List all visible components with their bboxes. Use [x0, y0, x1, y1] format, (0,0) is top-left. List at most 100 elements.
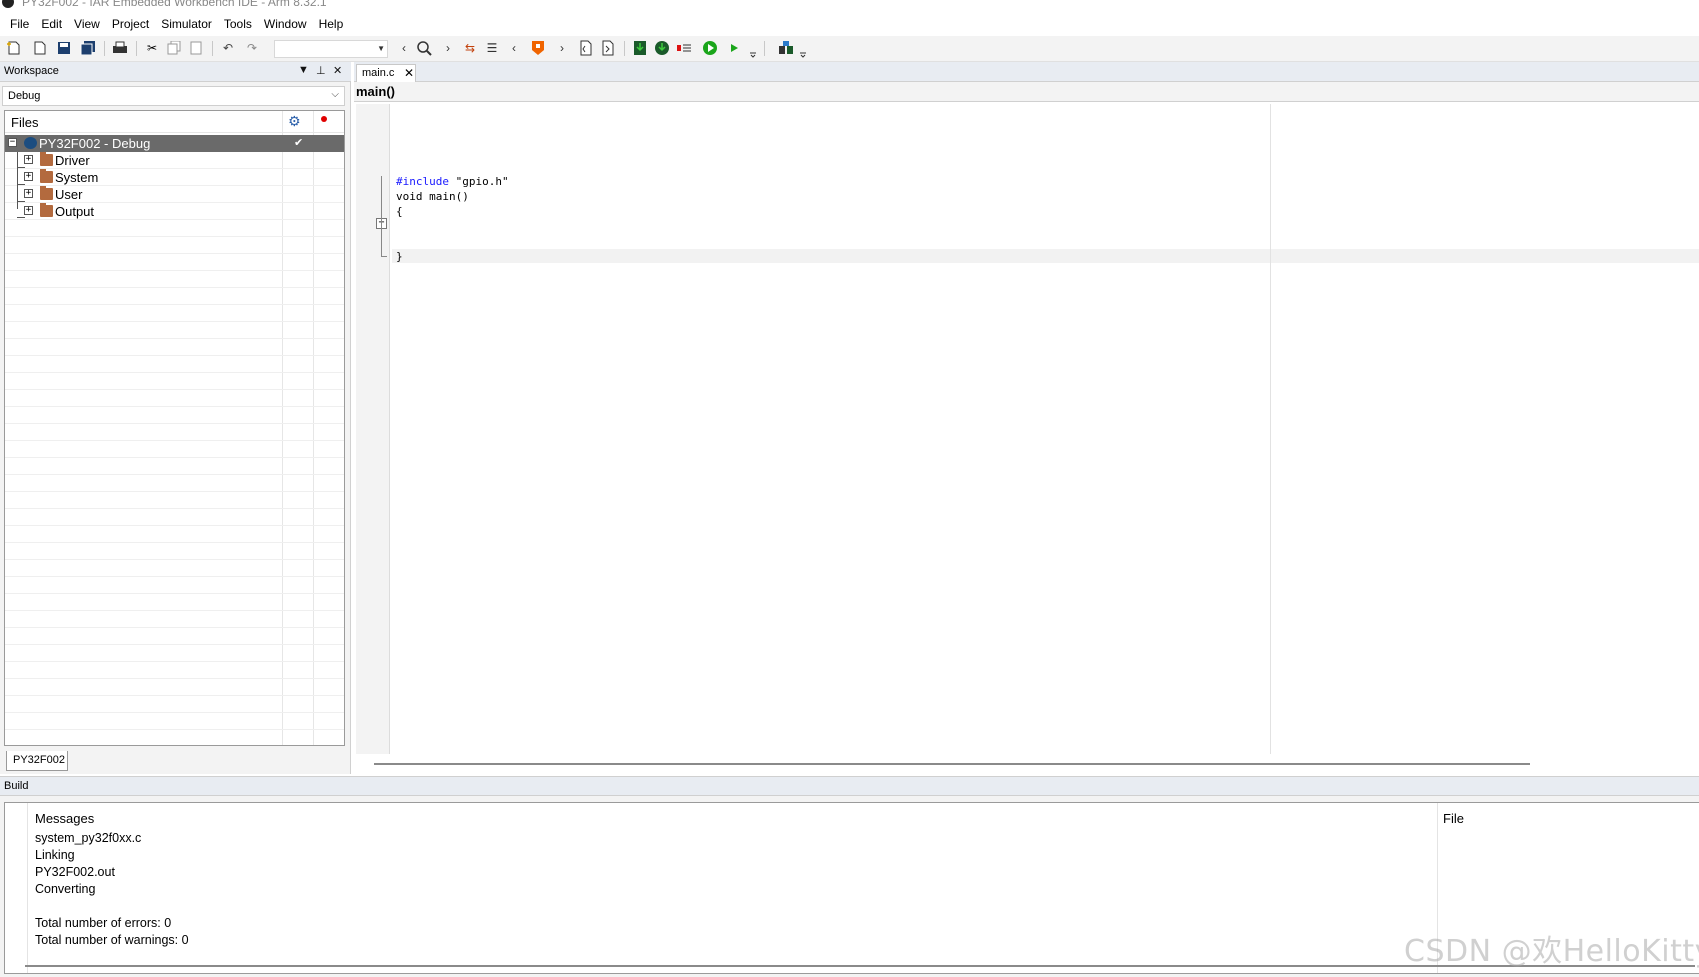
stop-debug-icon[interactable] — [676, 40, 692, 56]
check-icon: ✔ — [294, 137, 304, 149]
new-file-icon[interactable] — [32, 40, 48, 56]
copy-icon[interactable] — [166, 40, 182, 56]
menu-simulator[interactable]: Simulator — [155, 13, 218, 35]
folder-icon — [40, 186, 53, 200]
build-message[interactable]: system_py32f0xx.c — [35, 831, 141, 845]
tree-item-user[interactable]: + User — [5, 186, 344, 203]
title-bar: PY32F002 - IAR Embedded Workbench IDE - … — [0, 0, 1699, 10]
search-combo[interactable]: ▼ — [274, 40, 388, 58]
extra-tools-icon[interactable] — [778, 40, 794, 56]
editor-horizontal-scrollbar[interactable] — [374, 759, 1674, 769]
tree-item-project[interactable]: − PY32F002 - Debug ✔ — [5, 135, 344, 152]
window-title: PY32F002 - IAR Embedded Workbench IDE - … — [22, 0, 327, 9]
function-label: main() — [356, 84, 395, 99]
expand-icon[interactable]: + — [24, 206, 33, 215]
toggle-bookmark-icon[interactable]: ⇆ — [462, 40, 478, 56]
new-workspace-icon[interactable] — [6, 40, 22, 56]
download-and-debug-icon[interactable] — [632, 40, 648, 56]
previous-bookmark-icon[interactable]: ‹ — [506, 40, 522, 56]
current-line-highlight — [392, 249, 1699, 263]
expand-icon[interactable]: + — [24, 172, 33, 181]
workspace-pane: Workspace ▼ ⊥ ✕ Debug ⌵ Files ⚙ − PY32F0… — [0, 62, 351, 774]
run-small-icon[interactable] — [726, 40, 742, 56]
build-message[interactable]: Linking — [35, 848, 75, 862]
scrollbar-thumb[interactable] — [374, 763, 1530, 765]
close-icon[interactable]: ✕ — [404, 66, 414, 80]
tab-main-c[interactable]: main.c ✕ — [356, 64, 416, 82]
menu-view[interactable]: View — [68, 13, 106, 35]
function-navigator[interactable]: main() — [354, 82, 1699, 102]
tree-item-label: User — [55, 187, 83, 202]
close-icon[interactable]: ✕ — [333, 64, 342, 77]
workspace-title: Workspace — [4, 65, 59, 77]
expand-icon[interactable]: + — [24, 189, 33, 198]
save-icon[interactable] — [56, 40, 72, 56]
editor-tab-strip: main.c ✕ — [354, 62, 1699, 82]
code-area[interactable]: #include "gpio.h" void main() { } — [392, 104, 1699, 754]
code-line-4: } — [396, 250, 403, 263]
toolbar-overflow-icon-2[interactable] — [798, 39, 808, 59]
build-message[interactable]: Total number of warnings: 0 — [35, 933, 189, 947]
column-header-file[interactable]: File — [1443, 811, 1464, 826]
chevron-down-icon[interactable]: ▼ — [377, 44, 385, 53]
tree-item-output[interactable]: + Output — [5, 203, 344, 220]
tree-item-label: Driver — [55, 153, 90, 168]
project-icon — [24, 137, 37, 149]
breakpoint-icon[interactable] — [530, 40, 546, 56]
code-line-3: { — [396, 205, 403, 218]
configuration-value: Debug — [8, 90, 41, 102]
build-message[interactable]: PY32F002.out — [35, 865, 115, 879]
run-icon[interactable] — [702, 40, 718, 56]
paste-icon[interactable] — [188, 40, 204, 56]
chevron-down-icon[interactable]: ⌵ — [331, 89, 339, 100]
code-line-2: void main() — [396, 190, 469, 203]
menu-tools[interactable]: Tools — [218, 13, 258, 35]
workspace-tab-project[interactable]: PY32F002 — [6, 751, 68, 771]
code-keyword: #include — [396, 175, 449, 188]
build-title: Build — [4, 780, 29, 792]
folder-icon — [40, 203, 53, 217]
folder-icon — [40, 152, 53, 166]
configuration-select[interactable]: Debug ⌵ — [2, 86, 345, 106]
menu-edit[interactable]: Edit — [35, 13, 68, 35]
menu-window[interactable]: Window — [258, 13, 313, 35]
files-header: Files ⚙ — [5, 111, 344, 133]
go-to-line-icon[interactable]: ☰ — [484, 40, 500, 56]
toolbar-overflow-icon[interactable] — [748, 39, 758, 59]
build-message[interactable]: Converting — [35, 882, 95, 896]
cut-icon[interactable]: ✂ — [144, 40, 160, 56]
editor-gutter[interactable]: − — [356, 104, 390, 754]
editor-pane: main.c ✕ main() − #include "gpio.h" void… — [354, 62, 1699, 774]
undo-icon[interactable]: ↶ — [220, 40, 236, 56]
navigate-forward-icon[interactable]: › — [440, 40, 456, 56]
column-header-messages[interactable]: Messages — [35, 811, 94, 826]
menu-help[interactable]: Help — [313, 13, 350, 35]
compile-icon[interactable] — [578, 40, 594, 56]
code-line-1: #include "gpio.h" — [396, 175, 509, 188]
app-icon — [2, 0, 14, 8]
print-icon[interactable] — [112, 40, 128, 56]
build-header: Build — [0, 776, 1699, 796]
menu-project[interactable]: Project — [106, 13, 155, 35]
tree-item-label: PY32F002 - Debug — [39, 136, 151, 151]
redo-icon[interactable]: ↷ — [244, 40, 260, 56]
build-message[interactable]: Total number of errors: 0 — [35, 916, 171, 930]
next-bookmark-icon[interactable]: › — [554, 40, 570, 56]
tree-item-system[interactable]: + System — [5, 169, 344, 186]
expand-icon[interactable]: + — [24, 155, 33, 164]
navigate-back-icon[interactable]: ‹ — [396, 40, 412, 56]
debug-without-download-icon[interactable] — [654, 40, 670, 56]
folder-icon — [40, 169, 53, 183]
menu-file[interactable]: File — [4, 13, 35, 35]
gear-icon[interactable]: ⚙ — [288, 113, 301, 130]
chevron-down-icon[interactable]: ▼ — [298, 64, 309, 76]
menu-bar: File Edit View Project Simulator Tools W… — [0, 12, 1699, 36]
collapse-icon[interactable]: − — [8, 138, 17, 147]
tree-item-driver[interactable]: + Driver — [5, 152, 344, 169]
pin-icon[interactable]: ⊥ — [316, 64, 326, 77]
right-margin-guide — [1270, 104, 1271, 754]
find-icon[interactable] — [416, 40, 432, 56]
make-icon[interactable] — [600, 40, 616, 56]
save-all-icon[interactable] — [80, 40, 96, 56]
tree-item-label: Output — [55, 204, 95, 219]
